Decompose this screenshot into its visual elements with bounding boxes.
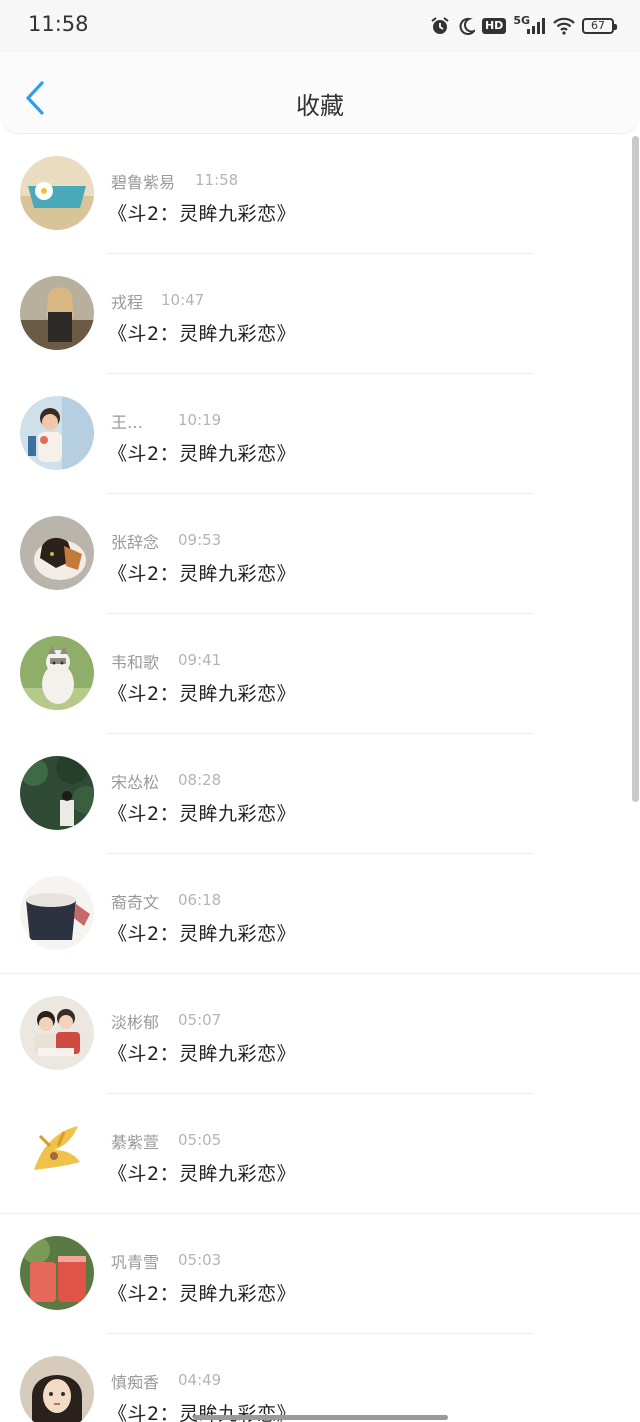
battery-icon: 67 (582, 18, 617, 34)
list-item[interactable]: 碧鲁紫易 11:58 《斗2：灵眸九彩恋》 (0, 134, 640, 254)
item-time: 10:19 (178, 411, 222, 429)
list-item[interactable]: 张辞念 09:53 《斗2：灵眸九彩恋》 (0, 494, 640, 614)
item-content: 《斗2：灵眸九彩恋》 (108, 1163, 297, 1185)
item-time: 08:28 (178, 771, 222, 789)
list-item[interactable]: 淡彬郁 05:07 《斗2：灵眸九彩恋》 (0, 974, 640, 1094)
item-name: 淡彬郁 (111, 1013, 160, 1032)
status-icons: HD 5G 67 (430, 13, 617, 38)
home-indicator[interactable] (193, 1415, 448, 1420)
favorites-list: 碧鲁紫易 11:58 《斗2：灵眸九彩恋》 戎程 10:47 《斗2：灵眸九彩恋… (0, 134, 640, 1422)
item-content: 《斗2：灵眸九彩恋》 (108, 203, 297, 225)
list-item[interactable]: 戎程 10:47 《斗2：灵眸九彩恋》 (0, 254, 640, 374)
list-item[interactable]: 巩青雪 05:03 《斗2：灵眸九彩恋》 (0, 1214, 640, 1334)
avatar[interactable] (20, 1236, 94, 1310)
item-name: 宋怂松 (111, 773, 160, 792)
list-item[interactable]: 慎痴香 04:49 《斗2：灵眸九彩恋》 (0, 1334, 640, 1422)
avatar[interactable] (20, 636, 94, 710)
avatar[interactable] (20, 996, 94, 1070)
item-name: 綦紫萱 (111, 1133, 160, 1152)
item-time: 06:18 (178, 891, 222, 909)
status-bar: 11:58 HD 5G 67 (0, 0, 640, 52)
hd-icon: HD (481, 18, 507, 34)
item-time: 11:58 (195, 171, 239, 189)
list-item[interactable]: 王… 10:19 《斗2：灵眸九彩恋》 (0, 374, 640, 494)
signal-icon: 5G (513, 13, 546, 35)
item-name: 巩青雪 (111, 1253, 160, 1272)
alarm-icon (430, 16, 450, 36)
avatar[interactable] (20, 156, 94, 230)
item-time: 09:53 (178, 531, 222, 549)
navigation-bar: 收藏 (0, 52, 640, 134)
item-content: 《斗2：灵眸九彩恋》 (108, 443, 297, 465)
item-time: 05:03 (178, 1251, 222, 1269)
network-type: 5G (513, 13, 530, 27)
avatar[interactable] (20, 516, 94, 590)
item-name: 张辞念 (111, 533, 160, 552)
avatar[interactable] (20, 876, 94, 950)
item-content: 《斗2：灵眸九彩恋》 (108, 1283, 297, 1305)
item-name: 碧鲁紫易 (111, 173, 176, 192)
item-time: 10:47 (161, 291, 205, 309)
item-name: 慎痴香 (111, 1373, 160, 1392)
moon-icon (457, 17, 475, 35)
wifi-icon (553, 17, 575, 35)
item-content: 《斗2：灵眸九彩恋》 (108, 923, 297, 945)
item-content: 《斗2：灵眸九彩恋》 (108, 1043, 297, 1065)
item-time: 04:49 (178, 1371, 222, 1389)
list-item[interactable]: 韦和歌 09:41 《斗2：灵眸九彩恋》 (0, 614, 640, 734)
item-name: 戎程 (111, 293, 144, 312)
item-time: 05:07 (178, 1011, 222, 1029)
status-time: 11:58 (28, 12, 89, 36)
list-item[interactable]: 裔奇文 06:18 《斗2：灵眸九彩恋》 (0, 854, 640, 974)
avatar[interactable] (20, 756, 94, 830)
item-name: 韦和歌 (111, 653, 160, 672)
avatar[interactable] (20, 1116, 94, 1190)
item-name: 裔奇文 (111, 893, 160, 912)
avatar[interactable] (20, 1356, 94, 1422)
item-content: 《斗2：灵眸九彩恋》 (108, 683, 297, 705)
avatar[interactable] (20, 276, 94, 350)
item-content: 《斗2：灵眸九彩恋》 (108, 803, 297, 825)
scrollbar[interactable] (632, 136, 639, 802)
item-time: 09:41 (178, 651, 222, 669)
item-time: 05:05 (178, 1131, 222, 1149)
list-item[interactable]: 宋怂松 08:28 《斗2：灵眸九彩恋》 (0, 734, 640, 854)
item-content: 《斗2：灵眸九彩恋》 (108, 563, 297, 585)
battery-level: 67 (591, 19, 605, 32)
item-name: 王… (111, 413, 144, 432)
avatar[interactable] (20, 396, 94, 470)
item-content: 《斗2：灵眸九彩恋》 (108, 323, 297, 345)
page-title: 收藏 (296, 92, 344, 120)
list-item[interactable]: 綦紫萱 05:05 《斗2：灵眸九彩恋》 (0, 1094, 640, 1214)
